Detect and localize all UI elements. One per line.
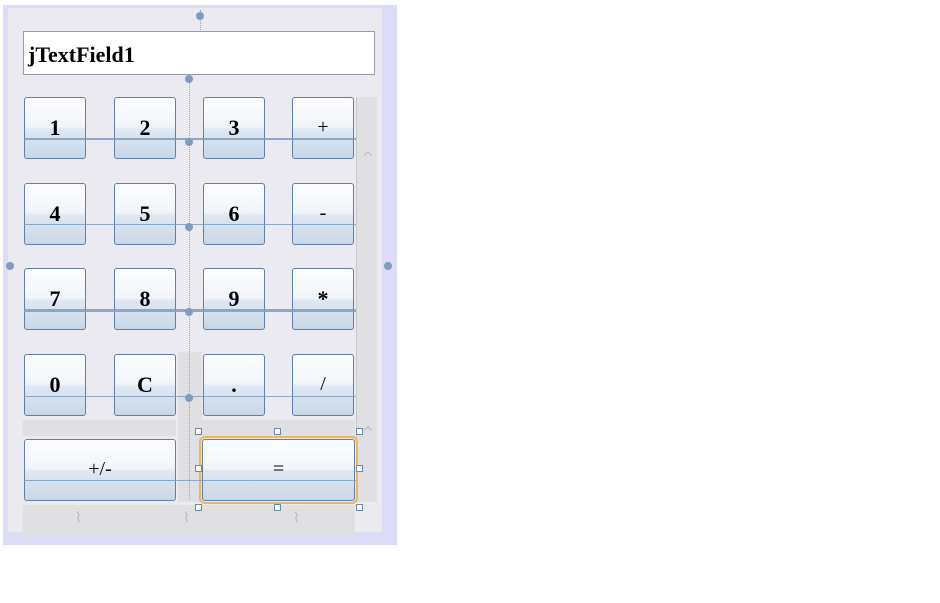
equals-button[interactable]: = [199, 436, 358, 504]
gap-indicator-icon: ⌇ [75, 510, 82, 526]
anchor-left-icon [6, 262, 14, 270]
digit-3-button[interactable]: 3 [203, 97, 265, 159]
decimal-point-button[interactable]: . [203, 354, 265, 416]
digit-1-button[interactable]: 1 [24, 97, 86, 159]
text-field[interactable]: jTextField1 [23, 31, 375, 75]
digit-7-button[interactable]: 7 [24, 268, 86, 330]
digit-2-button[interactable]: 2 [114, 97, 176, 159]
resize-handle[interactable] [195, 465, 202, 472]
gap-indicator-icon: ^ [362, 425, 374, 441]
resize-handle[interactable] [195, 428, 202, 435]
gap-indicator-icon: ⌇ [183, 510, 190, 526]
anchor-icon [185, 138, 193, 146]
alignment-guide-horizontal [24, 480, 356, 481]
divide-button[interactable]: / [292, 354, 354, 416]
gap-indicator-icon: ⌇ [293, 510, 300, 526]
resize-handle[interactable] [195, 504, 202, 511]
resize-handle[interactable] [356, 465, 363, 472]
gap-indicator-icon: ^ [362, 150, 374, 166]
plus-button[interactable]: + [292, 97, 354, 159]
multiply-button[interactable]: * [292, 268, 354, 330]
sign-toggle-button[interactable]: +/- [24, 439, 176, 501]
anchor-right-icon [384, 262, 392, 270]
digit-9-button[interactable]: 9 [203, 268, 265, 330]
resize-handle[interactable] [356, 504, 363, 511]
resize-handle[interactable] [356, 428, 363, 435]
digit-8-button[interactable]: 8 [114, 268, 176, 330]
resize-handle[interactable] [274, 504, 281, 511]
anchor-top-icon [196, 12, 204, 20]
anchor-icon [185, 75, 193, 83]
minus-button[interactable]: - [292, 183, 354, 245]
grid-empty-cell [23, 420, 176, 436]
anchor-icon [185, 394, 193, 402]
digit-0-button[interactable]: 0 [24, 354, 86, 416]
digit-5-button[interactable]: 5 [114, 183, 176, 245]
clear-button[interactable]: C [114, 354, 176, 416]
anchor-icon [185, 223, 193, 231]
digit-6-button[interactable]: 6 [203, 183, 265, 245]
anchor-icon [185, 308, 193, 316]
resize-handle[interactable] [274, 428, 281, 435]
digit-4-button[interactable]: 4 [24, 183, 86, 245]
